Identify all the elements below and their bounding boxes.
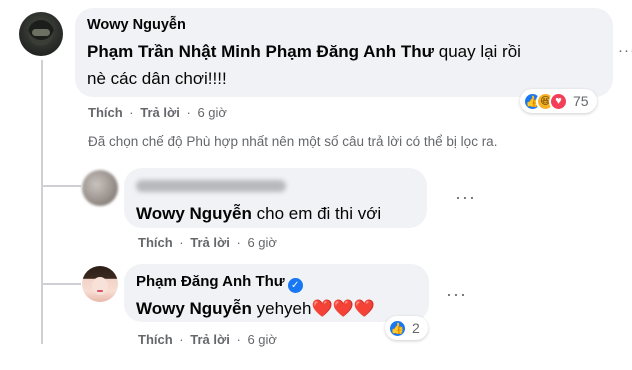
comment-text-part: quay lại rồi: [438, 42, 521, 61]
reply-text: Wowy Nguyễn yehyeh❤️❤️❤️: [136, 295, 417, 322]
heart-emoji-icon: ❤️: [353, 299, 375, 318]
reply-link[interactable]: Trả lời: [140, 105, 180, 120]
like-link[interactable]: Thích: [138, 332, 173, 347]
reaction-summary[interactable]: 👍 😆 ♥ 75: [520, 89, 597, 113]
separator-dot: ·: [186, 105, 191, 120]
tag-link[interactable]: Phạm Trần Nhật Minh: [87, 42, 261, 61]
timestamp[interactable]: 6 giờ: [197, 105, 227, 120]
avatar[interactable]: [82, 266, 118, 302]
avatar[interactable]: [82, 170, 118, 206]
separator-dot: ·: [236, 235, 241, 250]
filter-notice: Đã chọn chế độ Phù hợp nhất nên một số c…: [88, 134, 498, 149]
timestamp[interactable]: 6 giờ: [247, 235, 277, 250]
reply-author-blurred: [136, 176, 415, 197]
thread-line-vertical: [41, 60, 43, 344]
more-options-icon[interactable]: ···: [446, 284, 467, 305]
reaction-summary[interactable]: 👍 2: [385, 316, 428, 340]
like-icon: 👍: [388, 318, 407, 338]
tag-link[interactable]: Phạm Đăng Anh Thư: [266, 42, 434, 61]
mention-link[interactable]: Wowy Nguyễn: [136, 299, 252, 318]
verified-badge-icon: ✓: [287, 278, 303, 293]
comment-text: Phạm Trần Nhật Minh Phạm Đăng Anh Thư qu…: [87, 38, 601, 92]
reply-text-part: cho em đi thi với: [256, 204, 382, 223]
separator-dot: ·: [129, 105, 134, 120]
reply-author-name[interactable]: Phạm Đăng Anh Thư: [136, 273, 285, 290]
separator-dot: ·: [236, 332, 241, 347]
reply-text: Wowy Nguyễn cho em đi thi với: [136, 200, 415, 227]
reply-link[interactable]: Trả lời: [190, 332, 230, 347]
heart-emoji-icon: ❤️: [332, 299, 354, 318]
reply-actions: Thích · Trả lời · 6 giờ: [138, 332, 277, 347]
timestamp[interactable]: 6 giờ: [247, 332, 277, 347]
reply-bubble: Phạm Đăng Anh Thư ✓ Wowy Nguyễn yehyeh❤️❤…: [124, 264, 429, 322]
avatar-face-shape: [92, 277, 108, 295]
comment-author[interactable]: Wowy Nguyễn: [87, 16, 601, 35]
comment-bubble: Wowy Nguyễn Phạm Trần Nhật Minh Phạm Đăn…: [75, 8, 613, 97]
more-options-icon[interactable]: ···: [618, 42, 632, 59]
avatar[interactable]: [19, 12, 63, 56]
avatar-visor-shape: [32, 29, 50, 36]
reply-text-part: yehyeh: [256, 299, 312, 318]
reply-author: Phạm Đăng Anh Thư ✓: [136, 272, 417, 293]
reply-bubble: Wowy Nguyễn cho em đi thi với: [124, 168, 427, 228]
like-link[interactable]: Thích: [138, 235, 173, 250]
avatar-lips-shape: [97, 290, 103, 292]
comment-text-part: nè các dân chơi!!!!: [87, 69, 227, 88]
thread-line-branch: [41, 283, 81, 285]
mention-link[interactable]: Wowy Nguyễn: [136, 204, 252, 223]
like-link[interactable]: Thích: [88, 105, 123, 120]
heart-emoji-icon: ❤️: [311, 299, 333, 318]
separator-dot: ·: [179, 332, 184, 347]
reaction-count: 75: [573, 93, 589, 109]
reply-link[interactable]: Trả lời: [190, 235, 230, 250]
more-options-icon[interactable]: ···: [455, 187, 476, 208]
thread-line-branch: [41, 185, 81, 187]
comment-actions: Thích · Trả lời · 6 giờ: [88, 105, 227, 120]
reply-actions: Thích · Trả lời · 6 giờ: [138, 235, 277, 250]
reaction-count: 2: [412, 320, 420, 336]
separator-dot: ·: [179, 235, 184, 250]
love-icon: ♥: [549, 91, 568, 111]
